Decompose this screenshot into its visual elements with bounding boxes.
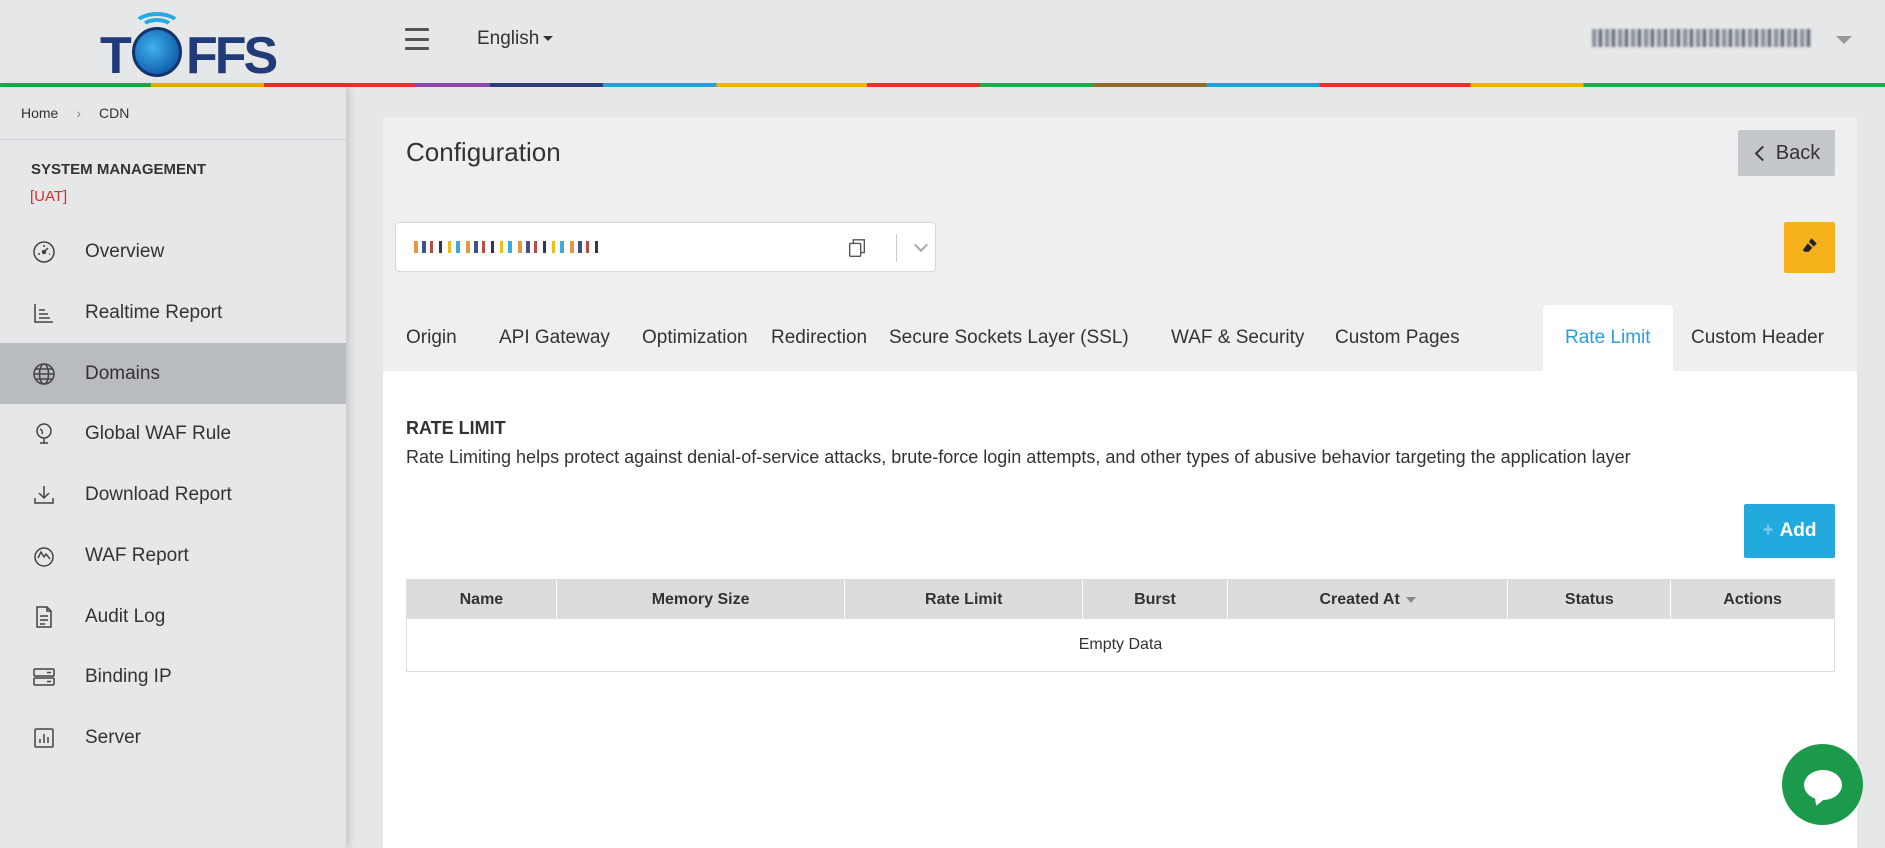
column-header-memory-size[interactable]: Memory Size — [557, 580, 846, 619]
table-empty-row: Empty Data — [407, 619, 1834, 671]
sidebar-item-download-report[interactable]: Download Report — [0, 464, 346, 525]
breadcrumb-current: CDN — [99, 105, 130, 121]
copy-icon[interactable] — [846, 237, 868, 259]
column-header-name[interactable]: Name — [407, 580, 557, 619]
domain-select[interactable] — [395, 222, 936, 272]
column-header-created-at[interactable]: Created At — [1228, 580, 1509, 619]
panel-header: Configuration Back Origin API Gateway Op… — [383, 117, 1857, 371]
tab-optimization[interactable]: Optimization — [620, 305, 770, 371]
eraser-icon — [1801, 236, 1819, 259]
speedometer-icon — [30, 238, 58, 266]
back-button-label: Back — [1775, 141, 1821, 164]
language-selector[interactable]: English — [477, 28, 554, 50]
language-label: English — [477, 28, 540, 49]
sidebar-section-title: SYSTEM MANAGEMENT — [31, 161, 207, 178]
sidebar-item-label: WAF Report — [85, 544, 189, 566]
globe-icon — [30, 360, 58, 388]
plus-icon: + — [1762, 520, 1774, 541]
sidebar-item-waf-report[interactable]: WAF Report — [0, 525, 346, 586]
config-tabs: Origin API Gateway Optimization Redirect… — [383, 305, 1857, 371]
add-rate-limit-button[interactable]: + Add — [1744, 504, 1835, 558]
sidebar-item-label: Domains — [85, 362, 160, 384]
breadcrumb-separator-icon: › — [76, 105, 82, 121]
sidebar-item-overview[interactable]: Overview — [0, 221, 346, 282]
sort-icon[interactable] — [1405, 596, 1416, 603]
clear-cache-button[interactable] — [1784, 222, 1835, 273]
tab-ssl[interactable]: Secure Sockets Layer (SSL) — [867, 305, 1151, 371]
caret-down-icon — [543, 36, 554, 42]
download-icon — [30, 481, 58, 509]
back-button[interactable]: Back — [1738, 130, 1835, 176]
sidebar-item-label: Download Report — [85, 483, 232, 505]
empty-data-text: Empty Data — [1078, 636, 1163, 653]
section-title: RATE LIMIT — [406, 418, 506, 438]
logo-globe — [132, 27, 182, 77]
sidebar-item-label: Server — [85, 726, 141, 748]
tab-custom-pages[interactable]: Custom Pages — [1313, 305, 1482, 371]
tab-api-gateway[interactable]: API Gateway — [477, 305, 632, 371]
table-header: Name Memory Size Rate Limit Burst Create… — [407, 580, 1834, 619]
select-divider — [896, 234, 897, 262]
user-menu[interactable] — [1592, 29, 1812, 49]
rate-limit-table: Name Memory Size Rate Limit Burst Create… — [406, 579, 1835, 672]
chevron-down-icon[interactable] — [913, 237, 929, 253]
breadcrumb-home[interactable]: Home — [21, 105, 58, 121]
chevron-left-icon — [1754, 145, 1771, 161]
add-button-label: Add — [1779, 520, 1817, 541]
column-header-burst[interactable]: Burst — [1083, 580, 1228, 619]
configuration-panel: Configuration Back Origin API Gateway Op… — [383, 117, 1857, 848]
chat-bubble-icon — [1803, 769, 1842, 800]
logo-text: T FFS — [100, 27, 278, 85]
sidebar-item-global-waf-rule[interactable]: Global WAF Rule — [0, 403, 346, 464]
sidebar-item-realtime-report[interactable]: Realtime Report — [0, 282, 346, 343]
sidebar-item-server[interactable]: Server — [0, 707, 346, 768]
sidebar-item-label: Overview — [85, 240, 165, 262]
sidebar-item-binding-ip[interactable]: Binding IP — [0, 646, 346, 707]
user-email-redacted — [1592, 29, 1812, 47]
environment-tag: [UAT] — [30, 188, 68, 205]
tab-waf-security[interactable]: WAF & Security — [1149, 305, 1326, 371]
tab-custom-header[interactable]: Custom Header — [1669, 305, 1846, 371]
menu-toggle-icon[interactable] — [405, 28, 429, 50]
column-header-actions[interactable]: Actions — [1671, 580, 1834, 619]
tab-rate-limit[interactable]: Rate Limit — [1543, 305, 1673, 371]
user-menu-caret-icon[interactable] — [1836, 36, 1852, 44]
sidebar-item-label: Realtime Report — [85, 301, 223, 323]
column-header-status[interactable]: Status — [1508, 580, 1672, 619]
chat-widget-button[interactable] — [1782, 744, 1863, 825]
toffs-logo[interactable]: T FFS — [100, 6, 278, 85]
page-title: Configuration — [406, 137, 561, 167]
section-description: Rate Limiting helps protect against deni… — [406, 447, 1631, 467]
document-icon — [30, 603, 58, 631]
column-header-rate-limit[interactable]: Rate Limit — [845, 580, 1084, 619]
created-at-label: Created At — [1319, 590, 1400, 608]
sidebar-item-label: Global WAF Rule — [85, 422, 232, 444]
sidebar-item-label: Binding IP — [85, 665, 172, 687]
sidebar-item-domains[interactable]: Domains — [0, 343, 346, 404]
domain-value-redacted — [414, 241, 604, 253]
top-header: T FFS English — [0, 0, 1885, 85]
bar-chart-icon — [30, 724, 58, 752]
breadcrumb: Home › CDN — [0, 87, 346, 140]
globe-stand-icon — [30, 420, 58, 448]
sidebar-item-label: Audit Log — [85, 605, 166, 627]
chart-icon — [30, 299, 58, 327]
waf-icon — [30, 542, 58, 570]
tab-origin[interactable]: Origin — [384, 305, 479, 371]
server-icon — [30, 663, 58, 691]
sidebar-item-audit-log[interactable]: Audit Log — [0, 586, 346, 647]
